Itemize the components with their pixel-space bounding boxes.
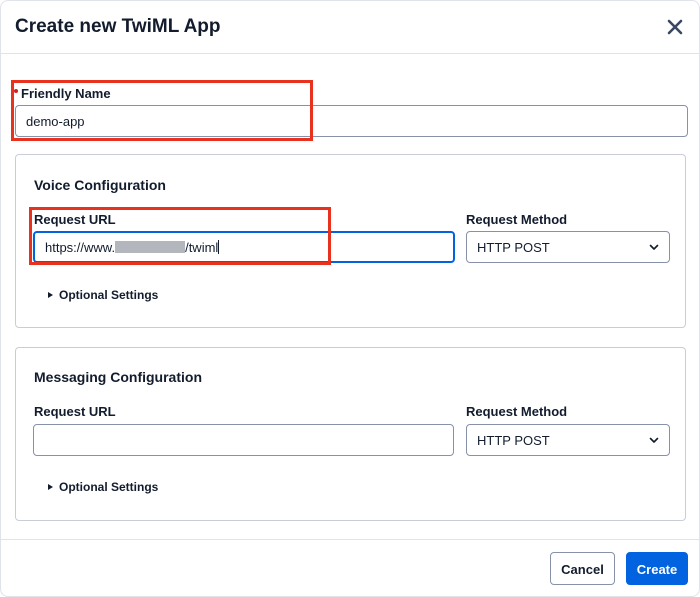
caret-right-icon (48, 484, 53, 490)
text-caret (218, 240, 220, 254)
messaging-configuration-card: Messaging Configuration Request URL Requ… (15, 347, 686, 521)
voice-configuration-card: Voice Configuration Request URL https://… (15, 154, 686, 328)
dialog-title: Create new TwiML App (15, 16, 221, 37)
voice-optional-settings-label: Optional Settings (59, 288, 159, 302)
url-suffix: /twiml (185, 240, 219, 255)
voice-request-url-input[interactable]: https://www. /twiml (33, 231, 455, 263)
cancel-button[interactable]: Cancel (550, 552, 615, 585)
chevron-down-icon (649, 437, 659, 443)
messaging-optional-settings-label: Optional Settings (59, 480, 159, 494)
voice-configuration-title: Voice Configuration (34, 177, 166, 193)
friendly-name-input[interactable] (15, 105, 688, 137)
url-prefix: https://www. (45, 240, 116, 255)
create-twiml-app-dialog: Create new TwiML App Friendly Name Voice… (0, 0, 700, 597)
voice-request-method-value: HTTP POST (477, 240, 550, 255)
close-icon[interactable] (665, 17, 685, 37)
friendly-name-label: Friendly Name (21, 86, 111, 101)
messaging-configuration-title: Messaging Configuration (34, 369, 202, 385)
voice-request-url-label: Request URL (34, 212, 116, 227)
redacted-domain (115, 241, 186, 253)
footer-divider (1, 539, 699, 540)
caret-right-icon (48, 292, 53, 298)
messaging-request-method-value: HTTP POST (477, 433, 550, 448)
voice-request-url-value: https://www. /twiml (45, 240, 220, 255)
voice-request-method-select[interactable]: HTTP POST (466, 231, 670, 263)
dialog-header: Create new TwiML App (1, 1, 699, 54)
messaging-request-url-label: Request URL (34, 404, 116, 419)
messaging-request-url-input[interactable] (33, 424, 454, 456)
messaging-request-method-label: Request Method (466, 404, 568, 419)
create-button[interactable]: Create (626, 552, 688, 585)
required-indicator (14, 89, 18, 93)
voice-request-method-label: Request Method (466, 212, 568, 227)
messaging-request-method-select[interactable]: HTTP POST (466, 424, 670, 456)
chevron-down-icon (649, 244, 659, 250)
